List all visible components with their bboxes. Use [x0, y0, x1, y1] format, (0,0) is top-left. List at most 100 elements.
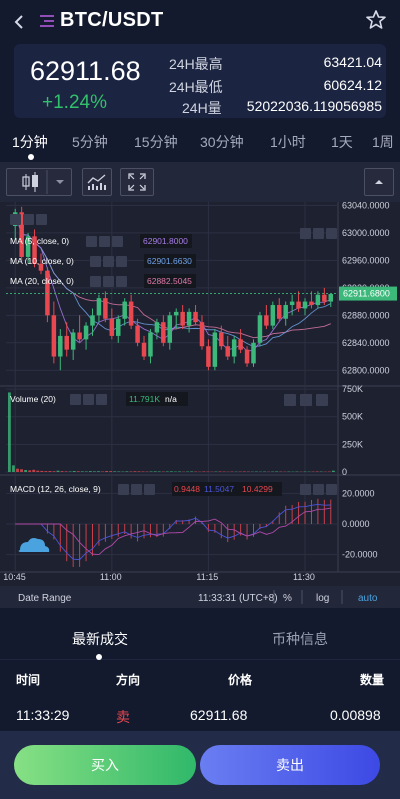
chart-time-label: 11:33:31 (UTC+8) [198, 593, 278, 604]
chart-type-button[interactable] [6, 168, 72, 196]
candle-body [173, 311, 179, 316]
caret-up-icon [375, 180, 383, 184]
fullscreen-icon [128, 173, 146, 191]
macd-value1: 0.9448 [174, 484, 200, 494]
volume-bar [84, 471, 88, 472]
volume-bar [97, 471, 100, 472]
candle-body [103, 298, 108, 319]
candle-body [154, 322, 160, 333]
action-bar: 买入 卖出 [0, 731, 400, 799]
volume-tick-label: 250K [342, 439, 363, 449]
volume-bar [202, 471, 206, 472]
price-tick-label: 62840.0000 [342, 338, 390, 348]
candle-body [277, 305, 282, 319]
pane-control-icon [316, 394, 328, 406]
macd-label: MACD (12, 26, close, 9) [10, 484, 101, 494]
menu-lines-icon[interactable] [38, 14, 56, 28]
candle-body [238, 339, 243, 350]
fullscreen-button[interactable] [120, 168, 154, 196]
chart-toolbar [0, 162, 400, 202]
trade-qty: 0.00898 [330, 707, 381, 723]
star-outline-icon[interactable] [364, 8, 388, 32]
volume-bar [113, 471, 117, 472]
candle-body [251, 342, 256, 364]
candle-body [167, 315, 173, 343]
ma20-label: MA (20, close, 0) [10, 276, 74, 286]
volume-tick-label: 500K [342, 412, 363, 422]
gear-icon [103, 276, 114, 287]
price-chart-canvas[interactable]: 63040.000063000.000062960.000062920.0000… [0, 202, 400, 608]
close-icon [96, 394, 107, 405]
chevron-left-icon[interactable] [10, 8, 34, 36]
volume-bar [178, 471, 181, 472]
candle-body [225, 346, 230, 357]
col-qty: 数量 [360, 673, 385, 687]
candle-body [64, 335, 69, 350]
candle-body [322, 294, 327, 302]
candle-body [244, 349, 250, 364]
tab-30m[interactable]: 30分钟 [200, 132, 244, 152]
last-price-label: 62911.6800 [343, 289, 390, 299]
pair-title[interactable]: BTC/USDT [60, 9, 164, 32]
sell-button[interactable]: 卖出 [200, 745, 380, 785]
gear-icon [131, 484, 142, 495]
volume-tick-label: 0 [342, 467, 347, 477]
tab-1h[interactable]: 1小时 [270, 132, 306, 152]
candle-body [270, 305, 276, 326]
tab-5m[interactable]: 5分钟 [72, 132, 108, 152]
macd-value3: 10.4299 [242, 484, 273, 494]
eye-icon [10, 214, 21, 225]
volume-tick-label: 750K [342, 384, 363, 394]
macd-tick-label: 20.0000 [342, 488, 375, 498]
tab-1m[interactable]: 1分钟 [12, 132, 48, 152]
time-tick-label: 11:15 [196, 572, 218, 582]
candle-body [77, 332, 82, 340]
ma5-label: MA (5, close, 0) [10, 236, 69, 246]
close-icon [144, 484, 155, 495]
candle-body [90, 315, 95, 326]
eye-icon [90, 256, 101, 267]
macd-tick-label: 0.0000 [342, 519, 370, 529]
pane-control-icon [300, 394, 312, 406]
candle-body [122, 301, 127, 319]
volume-bar [56, 470, 60, 472]
high-value: 63421.04 [323, 54, 382, 70]
tab-1w[interactable]: 1周 [372, 132, 394, 152]
app-header: BTC/USDT [0, 0, 400, 44]
eye-icon [86, 236, 97, 247]
price-tick-label: 63000.0000 [342, 228, 390, 238]
volume-bar [8, 392, 11, 472]
volume-bar [72, 471, 76, 472]
volume-label: 24H量 [182, 100, 222, 116]
volume-bar [109, 471, 113, 472]
last-price: 62911.68 [30, 56, 141, 86]
collapse-toolbar-button[interactable] [364, 168, 394, 196]
tab-15m[interactable]: 15分钟 [134, 132, 178, 152]
tab-1d[interactable]: 1天 [331, 132, 353, 152]
volume-bar [133, 471, 137, 472]
price-tick-label: 62880.0000 [342, 310, 390, 320]
ma10-label: MA (10, close, 0) [10, 256, 74, 266]
date-range-button: Date Range [18, 593, 72, 604]
tab-latest-trades[interactable]: 最新成交 [72, 629, 128, 649]
candle-body [264, 315, 269, 326]
trade-time: 11:33:29 [16, 707, 70, 723]
candle-body [70, 332, 76, 350]
percent-toggle: % [283, 593, 292, 604]
volume-value: 11.791K [129, 394, 160, 404]
cloud-logo-icon [18, 538, 50, 552]
volume-bar [52, 471, 56, 472]
volume-bar [44, 471, 48, 472]
candle-body [289, 301, 295, 306]
volume-bar [141, 471, 145, 472]
indicators-button[interactable] [82, 168, 112, 196]
candle-body [96, 298, 102, 316]
time-tick-label: 10:45 [3, 572, 26, 582]
change-percent: +1.24% [42, 92, 107, 113]
volume-bar [36, 470, 40, 472]
tab-coin-info[interactable]: 币种信息 [272, 629, 328, 649]
low-label: 24H最低 [169, 79, 223, 95]
indicators-icon [87, 174, 106, 190]
buy-button[interactable]: 买入 [14, 745, 196, 785]
candle-body [328, 294, 334, 302]
